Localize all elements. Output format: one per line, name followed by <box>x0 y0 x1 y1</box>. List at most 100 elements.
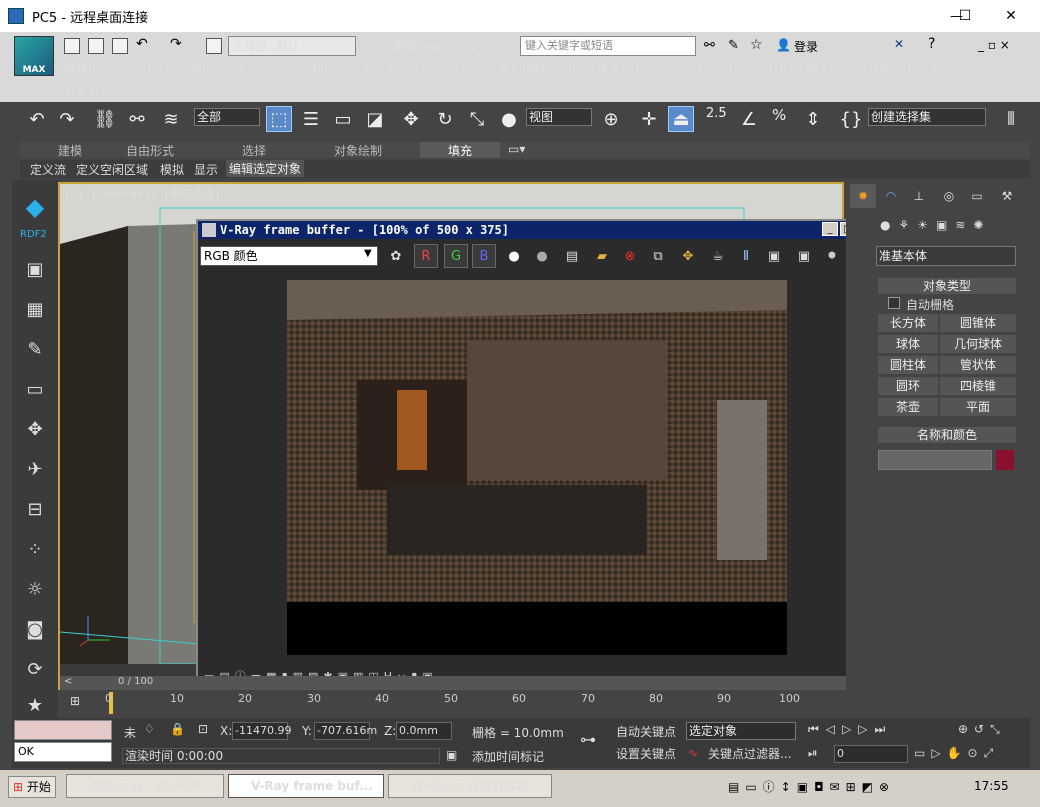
menu-help[interactable]: 帮助(H) <box>868 60 910 77</box>
menu-create[interactable]: 创建(C) <box>300 60 342 77</box>
track-bar[interactable]: 0 10 20 30 40 50 60 70 80 90 100 <box>95 692 805 718</box>
lightbulb-icon[interactable]: ♢ <box>144 722 155 736</box>
z-coordinate-field[interactable]: 0.0mm <box>396 722 452 740</box>
ribbon-tab-modeling[interactable]: 建模 <box>58 142 82 159</box>
open-file-icon[interactable] <box>88 38 104 54</box>
pyramid-button[interactable]: 四棱锥 <box>940 377 1016 395</box>
menu-animation[interactable]: 动画(A) <box>436 60 478 77</box>
alpha-channel-icon[interactable]: ● <box>502 244 526 268</box>
ribbon-tab-selection[interactable]: 选择 <box>242 142 266 159</box>
blue-channel-button[interactable]: B <box>472 244 496 268</box>
color-wheel-icon[interactable]: ✿ <box>384 244 408 268</box>
mirror-icon[interactable]: ⫴ <box>998 106 1024 132</box>
utilities-tab-icon[interactable]: ⚒ <box>994 184 1020 208</box>
window-crossing-icon[interactable]: ◪ <box>362 106 388 132</box>
ribbon-define-flows[interactable]: 定义流 <box>30 161 66 178</box>
move-icon[interactable]: ✥ <box>398 106 424 132</box>
modify-tab-icon[interactable]: ◠ <box>878 184 904 208</box>
ribbon-define-idle[interactable]: 定义空闲区域 <box>76 161 148 178</box>
start-button[interactable]: ⊞ 开始 <box>8 776 56 798</box>
time-tag-icon[interactable]: ▣ <box>446 748 457 762</box>
time-prev-icon[interactable]: < <box>64 676 72 687</box>
auto-grid-checkbox[interactable] <box>888 297 900 309</box>
search-input[interactable]: 键入关键字或短语 <box>520 36 696 56</box>
cone-button[interactable]: 圆锥体 <box>940 314 1016 332</box>
key-filters-button[interactable]: 关键点过滤器... <box>708 745 791 762</box>
menu-graph-editors[interactable]: 图形编辑器(D) <box>498 60 577 77</box>
y-coordinate-field[interactable]: -707.616m <box>314 722 377 740</box>
playback-controls[interactable]: ⏮◁▷▷⏭ <box>808 722 892 737</box>
menu-group[interactable]: 组(G) <box>190 60 221 77</box>
maximize-button[interactable]: ☐ <box>942 0 988 32</box>
undo-icon[interactable]: ↶ <box>136 36 148 52</box>
maxscript-output[interactable]: OK <box>14 742 112 762</box>
grid-icon[interactable]: ▦ <box>20 294 50 324</box>
geosphere-button[interactable]: 几何球体 <box>940 335 1016 353</box>
selection-lock-icon[interactable]: 🔒 <box>170 722 185 736</box>
ribbon-edit-selected[interactable]: 编辑选定对象 <box>226 160 305 177</box>
teapot-button[interactable]: 茶壶 <box>878 398 938 416</box>
menu-rendering[interactable]: 渲染(R) <box>597 60 639 77</box>
new-file-icon[interactable] <box>64 38 80 54</box>
workspace-dropdown[interactable]: 工作区: 默认 <box>228 36 356 56</box>
exchange-icon[interactable]: ✕ <box>894 37 904 51</box>
binoculars-icon[interactable]: ⚯ <box>704 38 715 53</box>
primitive-type-dropdown[interactable]: 准基本体 <box>876 246 1016 266</box>
copy-to-max-icon[interactable]: ⧉ <box>646 244 670 268</box>
create-category-icons[interactable]: ●⚘☀▣≋✺ <box>880 218 991 232</box>
dots-icon[interactable]: ⁘ <box>20 534 50 564</box>
bind-space-warp-icon[interactable]: ≋ <box>158 106 184 132</box>
tube-button[interactable]: 管状体 <box>940 356 1016 374</box>
redo-toolbar-icon[interactable]: ↷ <box>54 106 80 132</box>
reference-coord-dropdown[interactable]: 视图 <box>526 108 592 126</box>
keyboard-shortcut-override-icon[interactable]: ⏏ <box>668 106 694 132</box>
place-icon[interactable]: ● <box>496 106 522 132</box>
save-file-icon[interactable] <box>112 38 128 54</box>
pivot-center-icon[interactable]: ⊕ <box>598 106 624 132</box>
time-slider[interactable]: < 0 / 100 <box>60 676 846 690</box>
favorites-star-icon[interactable]: ☆ <box>750 37 763 53</box>
region-render-icon[interactable]: ▣ <box>792 244 816 268</box>
image-icon[interactable]: ▣ <box>20 254 50 284</box>
ribbon-tab-populate[interactable]: 填充 <box>420 142 500 158</box>
snap-toggle[interactable]: 2.5 <box>706 106 727 121</box>
save-image-icon[interactable]: ▤ <box>560 244 584 268</box>
menu-tools[interactable]: 工具(T) <box>128 60 169 77</box>
x-coordinate-field[interactable]: -11470.99 <box>232 722 291 740</box>
object-color-swatch[interactable] <box>996 450 1014 470</box>
viewport-nav-top[interactable]: ⊕↺⤡ <box>958 722 1006 737</box>
tray-icon[interactable]: ⊟ <box>20 494 50 524</box>
green-channel-button[interactable]: G <box>444 244 468 268</box>
ribbon-options-icon[interactable]: ▭▾ <box>508 142 525 156</box>
add-time-tag[interactable]: 添加时间标记 <box>472 748 544 765</box>
close-button[interactable]: ✕ <box>988 0 1034 32</box>
menu-edit[interactable]: 编辑(E) <box>64 60 105 77</box>
help-icon[interactable]: ? <box>928 36 935 52</box>
absolute-mode-icon[interactable]: ⊡ <box>198 722 208 736</box>
menu-scripting[interactable]: 脚本(S) <box>806 60 847 77</box>
redo-icon[interactable]: ↷ <box>170 36 182 52</box>
select-object-icon[interactable]: ⬚ <box>266 106 292 132</box>
max-logo-button[interactable]: MAX <box>14 36 54 76</box>
ribbon-simulate[interactable]: 模拟 <box>160 161 184 178</box>
undo-toolbar-icon[interactable]: ↶ <box>24 106 50 132</box>
angle-snap-icon[interactable]: ∠ <box>736 106 762 132</box>
camera-icon[interactable]: ◙ <box>20 614 50 644</box>
key-filter-curve-icon[interactable]: ∿ <box>688 746 698 760</box>
key-mode-dropdown[interactable]: 选定对象 <box>686 722 796 740</box>
menu-customize[interactable]: 自定义(U) <box>733 60 787 77</box>
object-name-input[interactable] <box>878 450 992 470</box>
viewport-nav-controls[interactable]: ▭▷✋⊙⤢ <box>914 746 999 761</box>
lock-icon[interactable]: ▣ <box>762 244 786 268</box>
key-mode-toggle-icon[interactable]: ⏯ <box>808 746 818 761</box>
task-vray-frame-buffer[interactable]: V-Ray frame buf... <box>228 774 384 798</box>
percent-snap-toggle[interactable]: % <box>772 106 786 124</box>
edit-icon[interactable]: ✎ <box>20 334 50 364</box>
rect-selection-icon[interactable]: ▭ <box>330 106 356 132</box>
rotate-icon[interactable]: ↻ <box>432 106 458 132</box>
stop-render-icon[interactable]: ⬢ <box>820 244 844 268</box>
motion-tab-icon[interactable]: ◎ <box>936 184 962 208</box>
named-selection-dropdown[interactable]: 创建选择集 <box>868 108 986 126</box>
unlink-icon[interactable]: ⚯ <box>124 106 150 132</box>
selection-filter-dropdown[interactable]: 全部 <box>194 108 260 126</box>
